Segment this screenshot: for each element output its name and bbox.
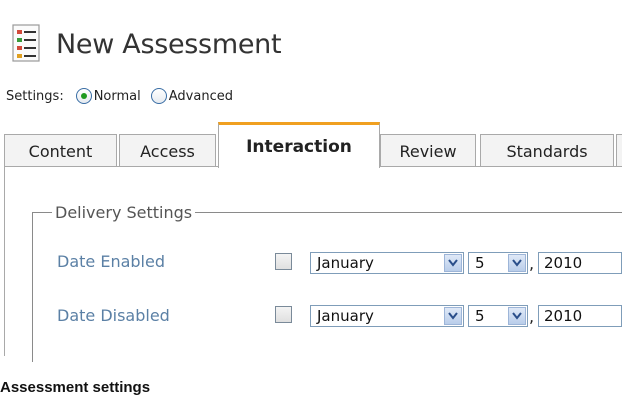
settings-label: Settings:: [6, 88, 64, 104]
tab-overflow[interactable]: [616, 134, 622, 167]
date-enabled-month-value: January: [317, 254, 374, 272]
radio-normal-label: Normal: [93, 88, 141, 104]
date-disabled-day-select[interactable]: 5: [468, 305, 528, 327]
date-disabled-month-select[interactable]: January: [310, 305, 464, 327]
date-enabled-day-value: 5: [475, 254, 485, 272]
radio-normal[interactable]: Normal: [75, 88, 141, 104]
tab-review[interactable]: Review: [380, 134, 476, 167]
settings-mode: Settings: Normal Advanced: [6, 84, 233, 108]
date-enabled-year-input[interactable]: 2010: [538, 252, 622, 274]
date-disabled-checkbox[interactable]: [275, 306, 292, 323]
radio-advanced[interactable]: Advanced: [150, 88, 233, 104]
tab-content[interactable]: Content: [4, 134, 117, 167]
chevron-down-icon[interactable]: [508, 307, 526, 325]
tab-access[interactable]: Access: [119, 134, 216, 167]
date-disabled-day-value: 5: [475, 307, 485, 325]
tab-interaction[interactable]: Interaction: [218, 122, 380, 168]
delivery-settings-group: [32, 212, 622, 362]
chevron-down-icon[interactable]: [508, 254, 526, 272]
radio-advanced-button[interactable]: [150, 88, 167, 104]
chevron-down-icon[interactable]: [444, 254, 462, 272]
tab-standards[interactable]: Standards: [480, 134, 614, 167]
radio-advanced-label: Advanced: [168, 88, 233, 104]
radio-normal-button[interactable]: [75, 88, 92, 104]
date-separator: ,: [529, 307, 535, 326]
date-disabled-month-value: January: [317, 307, 374, 325]
delivery-settings-legend: Delivery Settings: [52, 203, 196, 222]
chevron-down-icon[interactable]: [444, 307, 462, 325]
tab-bar: Content Access Interaction Review Standa…: [4, 122, 622, 168]
date-disabled-label: Date Disabled: [57, 306, 170, 325]
date-enabled-month-select[interactable]: January: [310, 252, 464, 274]
figure-caption: Assessment settings: [0, 379, 151, 396]
date-enabled-label: Date Enabled: [57, 252, 165, 271]
page-title: New Assessment: [56, 28, 282, 60]
list-document-icon: [10, 24, 46, 64]
date-disabled-year-input[interactable]: 2010: [538, 305, 622, 327]
date-enabled-day-select[interactable]: 5: [468, 252, 528, 274]
date-separator: ,: [529, 254, 535, 273]
date-enabled-checkbox[interactable]: [275, 253, 292, 270]
page-header: New Assessment: [10, 22, 282, 66]
